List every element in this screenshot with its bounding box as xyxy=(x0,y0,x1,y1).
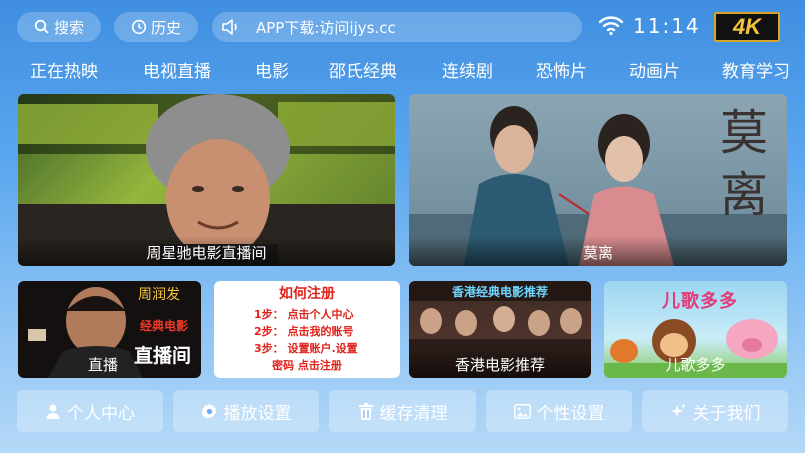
about-us-button[interactable]: 关于我们 xyxy=(642,390,788,432)
history-label: 历史 xyxy=(150,18,181,37)
tab-now-showing[interactable]: 正在热映 xyxy=(30,57,98,82)
name-tag: 周润发 xyxy=(138,287,180,303)
clock-icon xyxy=(131,19,147,35)
register-title: 如何注册 xyxy=(279,286,335,302)
history-button[interactable]: 历史 xyxy=(114,12,198,42)
card-hk-movies[interactable]: 香港经典电影推荐 香港电影推荐 xyxy=(409,281,591,378)
tab-horror[interactable]: 恐怖片 xyxy=(536,57,587,82)
register-step-1: 1步： 点击个人中心 xyxy=(254,308,354,321)
gear-icon xyxy=(201,403,216,419)
card-mo-li[interactable]: 莫离 莫离 xyxy=(409,94,787,266)
card-kids-songs[interactable]: 儿歌多多 儿歌多多 xyxy=(604,281,787,378)
search-button[interactable]: 搜索 xyxy=(17,12,101,42)
notice-banner: APP下载:访问ijys.cc xyxy=(212,12,582,42)
speaker-icon xyxy=(222,19,237,35)
4k-badge: 4K xyxy=(714,12,780,42)
clock: 11:14 xyxy=(633,14,701,38)
wifi-icon xyxy=(598,16,624,36)
tab-animation[interactable]: 动画片 xyxy=(629,57,680,82)
search-label: 搜索 xyxy=(53,18,84,37)
top-bar: 搜索 历史 APP下载:访问ijys.cc 11:14 4K xyxy=(0,0,805,54)
user-icon xyxy=(46,404,60,419)
card-stephen-chow-live[interactable]: 周星驰电影直播间 xyxy=(18,94,395,266)
tab-education[interactable]: 教育学习 xyxy=(722,57,790,82)
card-register-guide[interactable]: 如何注册 1步： 点击个人中心 2步： 点击我的账号 3步： 设置账户.设置 密… xyxy=(214,281,400,378)
register-step-last: 密码 点击注册 xyxy=(272,359,342,372)
button-label: 播放设置 xyxy=(223,403,292,424)
image-icon xyxy=(513,403,531,419)
tab-shaw-classics[interactable]: 邵氏经典 xyxy=(329,57,397,82)
playback-settings-button[interactable]: 播放设置 xyxy=(173,390,319,432)
tab-series[interactable]: 连续剧 xyxy=(442,57,493,82)
tab-tv-live[interactable]: 电视直播 xyxy=(143,57,211,82)
card-chow-yun-fat-live[interactable]: 周润发 经典电影 直播间 直播间 xyxy=(18,281,201,378)
register-step-3: 3步： 设置账户.设置 xyxy=(254,342,358,355)
poster-title: 莫离 xyxy=(719,105,768,223)
button-label: 个性设置 xyxy=(536,403,605,424)
sub-tag: 经典电影 xyxy=(140,319,189,333)
button-label: 个人中心 xyxy=(67,403,135,424)
card-caption: 儿歌多多 xyxy=(665,356,726,374)
category-nav: 正在热映 电视直播 电影 邵氏经典 连续剧 恐怖片 动画片 教育学习 xyxy=(0,54,805,84)
hk-banner: 香港经典电影推荐 xyxy=(451,285,548,299)
notice-text: APP下载:访问ijys.cc xyxy=(256,18,396,37)
sparkle-icon xyxy=(670,403,686,417)
card-caption: 周星驰电影直播间 xyxy=(18,236,395,266)
trash-icon xyxy=(358,402,373,420)
logo-text: 儿歌多多 xyxy=(662,291,738,312)
card-caption: 香港电影推荐 xyxy=(409,348,591,378)
button-label: 缓存清理 xyxy=(379,403,448,424)
button-label: 关于我们 xyxy=(692,403,761,424)
clear-cache-button[interactable]: 缓存清理 xyxy=(329,390,476,432)
personal-center-button[interactable]: 个人中心 xyxy=(17,390,163,432)
card-caption: 直播间 xyxy=(88,356,119,374)
tab-movies[interactable]: 电影 xyxy=(255,57,289,82)
card-caption: 莫离 xyxy=(409,236,787,266)
search-icon xyxy=(34,19,49,34)
personalize-button[interactable]: 个性设置 xyxy=(486,390,632,432)
big-tag: 直播间 xyxy=(134,345,192,367)
register-step-2: 2步： 点击我的账号 xyxy=(254,325,354,338)
